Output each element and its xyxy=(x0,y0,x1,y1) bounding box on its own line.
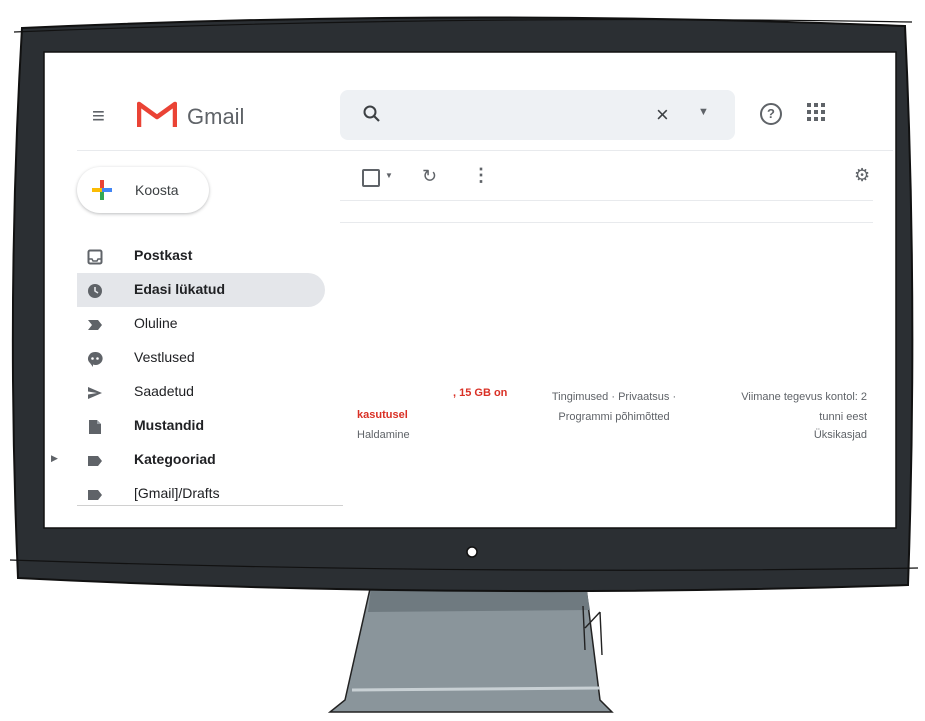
search-icon[interactable] xyxy=(362,104,382,124)
chats-icon xyxy=(88,351,103,367)
gmail-logo-icon[interactable] xyxy=(137,100,177,128)
mail-footer: , 15 GB on kasutusel Haldamine Tingimuse… xyxy=(357,387,867,467)
inbox-icon xyxy=(87,249,103,265)
sidebar-divider xyxy=(77,505,343,506)
sidebar-item-drafts[interactable]: Mustandid xyxy=(77,409,325,443)
clear-search-icon[interactable]: × xyxy=(656,102,669,128)
sidebar-item-label: Edasi lükatud xyxy=(134,281,226,297)
compose-button[interactable]: Koosta xyxy=(77,167,209,213)
drafts-icon xyxy=(89,420,101,434)
sidebar-item-categories[interactable]: ▶ Kategooriad xyxy=(51,443,325,477)
last-activity-text: tunni eest xyxy=(819,411,867,423)
storage-usage-text: kasutusel xyxy=(357,409,408,421)
toolbar-divider xyxy=(340,200,873,201)
sidebar-item-label: Saadetud xyxy=(134,383,194,399)
label-icon xyxy=(88,490,102,500)
sidebar-item-inbox[interactable]: Postkast xyxy=(77,239,325,273)
more-options-icon[interactable]: ⋮ xyxy=(472,165,490,186)
help-icon[interactable]: ? xyxy=(760,103,782,125)
app-title: Gmail xyxy=(187,104,245,129)
terms-links: Tingimused · Privaatsus · Programmi põhi… xyxy=(529,387,699,427)
refresh-icon[interactable]: ↻ xyxy=(422,166,437,187)
plus-icon xyxy=(92,180,112,200)
mail-toolbar: ▼ ↻ ⋮ ⚙ xyxy=(360,165,873,197)
sidebar-item-label: [Gmail]/Drafts xyxy=(134,485,220,501)
monitor-stand-highlight xyxy=(351,686,601,692)
search-bar[interactable]: × ▼ xyxy=(340,90,735,140)
power-button-icon xyxy=(466,546,478,558)
sidebar-item-chats[interactable]: Vestlused xyxy=(77,341,325,375)
details-link[interactable]: Üksikasjad xyxy=(701,429,867,441)
sidebar-item-label: Mustandid xyxy=(134,417,204,433)
monitor-illustration: ≡ Gmail × ▼ ? Koosta Postkast Edasi lüka… xyxy=(0,0,925,721)
sidebar-item-label: Vestlused xyxy=(134,349,195,365)
important-icon xyxy=(88,320,102,330)
terms-privacy-link[interactable]: Tingimused · Privaatsus · xyxy=(529,387,699,407)
sidebar-item-label: Postkast xyxy=(134,247,193,263)
sidebar-item-label: Kategooriad xyxy=(134,451,216,467)
sidebar-item-important[interactable]: Oluline xyxy=(77,307,325,341)
main-menu-icon[interactable]: ≡ xyxy=(92,105,105,127)
sent-icon xyxy=(88,387,102,399)
select-options-icon[interactable]: ▼ xyxy=(385,171,393,180)
compose-label: Koosta xyxy=(135,182,179,198)
select-all-checkbox[interactable] xyxy=(362,169,380,187)
sidebar: Postkast Edasi lükatud Oluline Vestlused… xyxy=(51,239,327,511)
search-options-icon[interactable]: ▼ xyxy=(698,106,709,118)
label-icon xyxy=(88,456,102,466)
manage-storage-link[interactable]: Haldamine xyxy=(357,429,410,441)
search-input[interactable] xyxy=(394,102,638,128)
sidebar-item-label: Oluline xyxy=(134,315,178,331)
program-policies-link[interactable]: Programmi põhimõtted xyxy=(529,407,699,427)
settings-gear-icon[interactable]: ⚙ xyxy=(854,165,870,186)
sidebar-item-sent[interactable]: Saadetud xyxy=(77,375,325,409)
last-activity: Viimane tegevus kontol: 2 tunni eest xyxy=(701,387,867,427)
snoozed-icon xyxy=(88,284,102,298)
list-divider xyxy=(340,222,873,223)
storage-usage-text: , 15 GB on xyxy=(453,387,508,399)
sidebar-item-snoozed[interactable]: Edasi lükatud xyxy=(77,273,325,307)
last-activity-text: Viimane tegevus kontol: 2 xyxy=(741,391,867,403)
header-divider xyxy=(77,150,893,151)
apps-grid-icon[interactable] xyxy=(807,103,825,121)
gmail-screen: ≡ Gmail × ▼ ? Koosta Postkast Edasi lüka… xyxy=(47,55,893,525)
expand-arrow-icon[interactable]: ▶ xyxy=(51,453,58,464)
